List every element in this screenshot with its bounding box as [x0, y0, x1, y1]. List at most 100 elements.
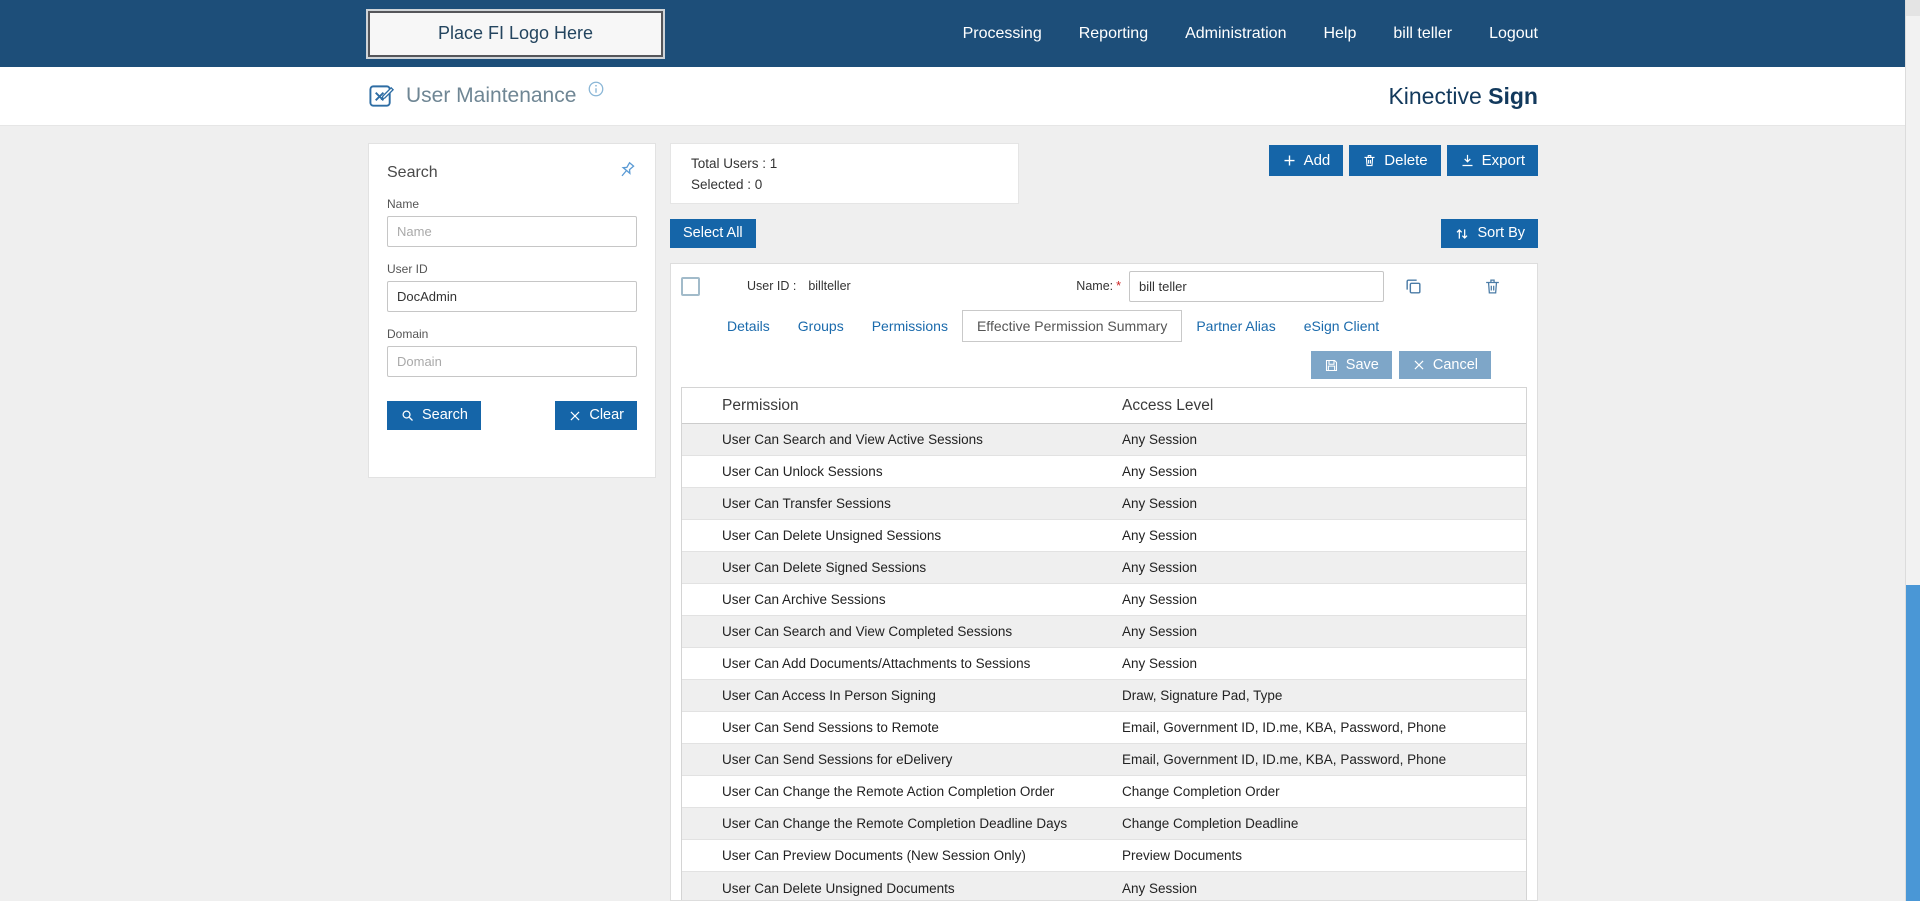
permissions-table: Permission Access Level User Can Search … [681, 387, 1527, 901]
name-label: Name:* [1076, 279, 1121, 293]
nav-link-current-user[interactable]: bill teller [1393, 25, 1452, 43]
sort-by-button[interactable]: Sort By [1441, 219, 1538, 248]
table-row: User Can Preview Documents (New Session … [682, 840, 1526, 872]
page-header: User Maintenance Kinective Sign [0, 67, 1920, 126]
user-id-label: User ID : [747, 279, 796, 293]
tab-details[interactable]: Details [713, 311, 784, 341]
domain-search-label: Domain [387, 327, 637, 341]
pin-icon[interactable] [616, 160, 637, 181]
domain-search-input[interactable] [387, 346, 637, 377]
access-level-cell: Change Completion Deadline [1122, 816, 1526, 831]
table-row: User Can Delete Signed SessionsAny Sessi… [682, 552, 1526, 584]
user-name-group: Name:* [1076, 271, 1502, 302]
fi-logo-text: Place FI Logo Here [438, 23, 593, 44]
brand-bold: Sign [1488, 83, 1538, 109]
user-id-value: billteller [808, 279, 850, 293]
user-name-input[interactable] [1129, 271, 1384, 302]
access-level-cell: Change Completion Order [1122, 784, 1526, 799]
column-header-permission: Permission [682, 397, 1122, 415]
save-disk-icon [1324, 358, 1339, 373]
access-level-cell: Preview Documents [1122, 848, 1526, 863]
page-title: User Maintenance [406, 84, 576, 108]
selected-count-text: Selected : 0 [691, 177, 998, 192]
table-row: User Can Delete Unsigned SessionsAny Ses… [682, 520, 1526, 552]
table-row: User Can Search and View Completed Sessi… [682, 616, 1526, 648]
totals-summary: Total Users : 1 Selected : 0 [670, 143, 1019, 204]
table-row: User Can Unlock SessionsAny Session [682, 456, 1526, 488]
tab-effective-permission-summary[interactable]: Effective Permission Summary [962, 310, 1182, 342]
scrollbar-thumb[interactable] [1906, 585, 1920, 901]
permission-cell: User Can Send Sessions to Remote [682, 720, 1122, 735]
copy-icon[interactable] [1404, 277, 1423, 296]
nav-link-administration[interactable]: Administration [1185, 25, 1286, 43]
clear-button[interactable]: Clear [555, 401, 637, 430]
save-button[interactable]: Save [1311, 351, 1392, 379]
search-button[interactable]: Search [387, 401, 481, 430]
vertical-scrollbar[interactable] [1905, 0, 1920, 901]
permission-cell: User Can Archive Sessions [682, 592, 1122, 607]
access-level-cell: Email, Government ID, ID.me, KBA, Passwo… [1122, 720, 1526, 735]
access-level-cell: Any Session [1122, 656, 1526, 671]
cancel-button[interactable]: Cancel [1399, 351, 1491, 379]
user-id-search-label: User ID [387, 262, 637, 276]
permission-cell: User Can Access In Person Signing [682, 688, 1122, 703]
permission-cell: User Can Search and View Active Sessions [682, 432, 1122, 447]
table-row: User Can Access In Person SigningDraw, S… [682, 680, 1526, 712]
top-nav-bar: Place FI Logo Here Processing Reporting … [0, 0, 1920, 67]
row-trash-icon[interactable] [1483, 277, 1502, 296]
sort-arrows-icon [1454, 226, 1470, 242]
top-nav-links: Processing Reporting Administration Help… [963, 25, 1538, 43]
access-level-cell: Email, Government ID, ID.me, KBA, Passwo… [1122, 752, 1526, 767]
permission-cell: User Can Add Documents/Attachments to Se… [682, 656, 1122, 671]
total-users-text: Total Users : 1 [691, 156, 998, 171]
plus-icon [1282, 153, 1297, 168]
required-asterisk: * [1116, 279, 1121, 293]
fi-logo-placeholder: Place FI Logo Here [368, 11, 663, 57]
nav-link-logout[interactable]: Logout [1489, 25, 1538, 43]
tab-permissions[interactable]: Permissions [858, 311, 962, 341]
user-tabs: Details Groups Permissions Effective Per… [681, 310, 1527, 342]
nav-link-processing[interactable]: Processing [963, 25, 1042, 43]
delete-user-button[interactable]: Delete [1349, 145, 1440, 176]
save-cancel-row: Save Cancel [681, 351, 1527, 379]
permission-cell: User Can Change the Remote Action Comple… [682, 784, 1122, 799]
column-header-access-level: Access Level [1122, 397, 1526, 415]
nav-link-reporting[interactable]: Reporting [1079, 25, 1148, 43]
user-row-header: User ID : billteller Name:* [681, 264, 1527, 308]
info-icon[interactable] [587, 80, 605, 98]
brand-regular: Kinective [1388, 83, 1481, 109]
permission-cell: User Can Delete Unsigned Sessions [682, 528, 1122, 543]
cancel-x-icon [1412, 358, 1426, 372]
select-all-button[interactable]: Select All [670, 219, 756, 248]
permission-cell: User Can Search and View Completed Sessi… [682, 624, 1122, 639]
tab-partner-alias[interactable]: Partner Alias [1182, 311, 1289, 341]
access-level-cell: Any Session [1122, 496, 1526, 511]
access-level-cell: Any Session [1122, 560, 1526, 575]
permissions-table-header: Permission Access Level [682, 388, 1526, 424]
brand-logo: Kinective Sign [1388, 83, 1538, 110]
export-button[interactable]: Export [1447, 145, 1538, 176]
download-icon [1460, 153, 1475, 168]
permission-cell: User Can Delete Signed Sessions [682, 560, 1122, 575]
user-id-search-input[interactable] [387, 281, 637, 312]
table-row: User Can Change the Remote Action Comple… [682, 776, 1526, 808]
permission-cell: User Can Unlock Sessions [682, 464, 1122, 479]
tab-esign-client[interactable]: eSign Client [1290, 311, 1394, 341]
access-level-cell: Any Session [1122, 881, 1526, 896]
table-row: User Can Delete Unsigned DocumentsAny Se… [682, 872, 1526, 901]
table-row: User Can Transfer SessionsAny Session [682, 488, 1526, 520]
user-toolbar: Add Delete Export [1269, 145, 1538, 176]
user-row-checkbox[interactable] [681, 277, 700, 296]
permission-cell: User Can Transfer Sessions [682, 496, 1122, 511]
name-search-input[interactable] [387, 216, 637, 247]
search-icon [400, 408, 415, 423]
access-level-cell: Draw, Signature Pad, Type [1122, 688, 1526, 703]
search-panel: Search Name User ID Domain Search [368, 143, 656, 478]
user-card: User ID : billteller Name:* Deta [670, 263, 1538, 901]
add-user-button[interactable]: Add [1269, 145, 1344, 176]
nav-link-help[interactable]: Help [1323, 25, 1356, 43]
scrollbar-up-arrow[interactable] [1906, 0, 1920, 16]
tab-groups[interactable]: Groups [784, 311, 858, 341]
table-row: User Can Send Sessions to RemoteEmail, G… [682, 712, 1526, 744]
access-level-cell: Any Session [1122, 592, 1526, 607]
